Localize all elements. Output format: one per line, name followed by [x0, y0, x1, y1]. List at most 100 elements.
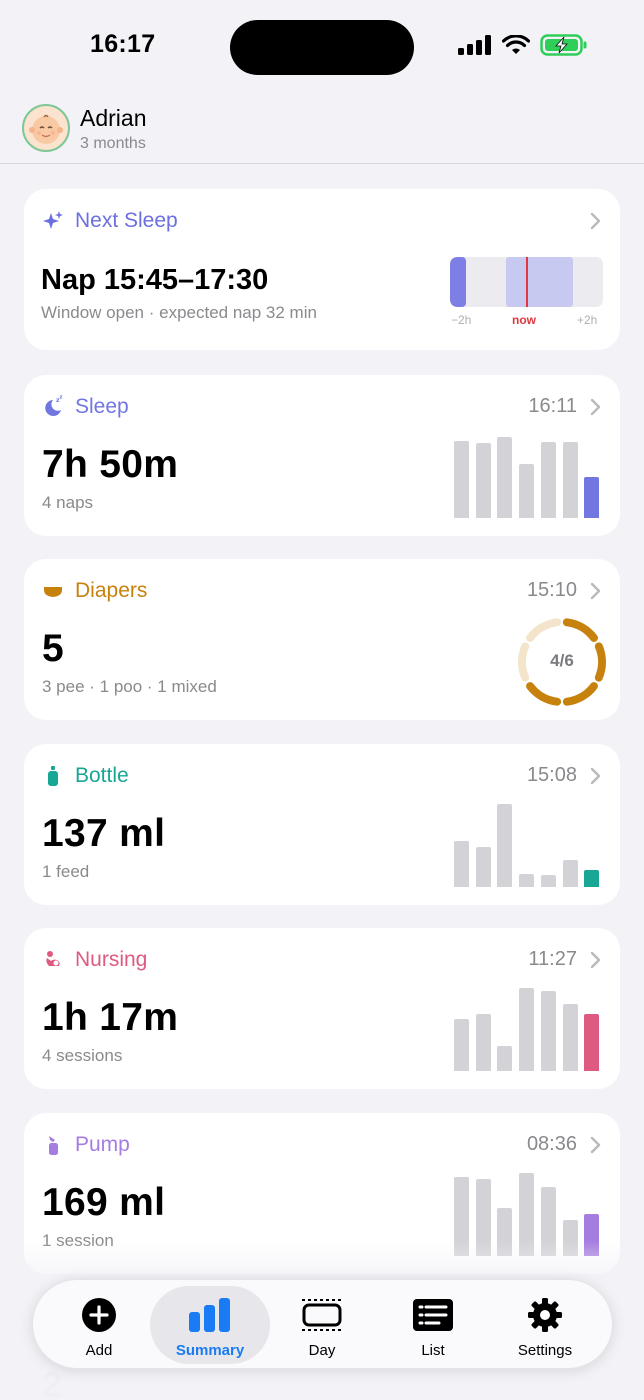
sleep-week-bars	[454, 431, 602, 518]
pump-icon	[41, 1133, 65, 1157]
tab-settings[interactable]: Settings	[485, 1286, 605, 1364]
chevron-right-icon	[590, 582, 601, 600]
diapers-card[interactable]: Diapers 15:10 5 3 pee · 1 poo · 1 mixed …	[24, 559, 620, 720]
card-subtitle: 1 feed	[42, 862, 90, 881]
tab-bar: Add Summary Day List Settings	[32, 1279, 613, 1369]
card-last-time: 16:11	[528, 395, 577, 417]
tab-add[interactable]: Add	[39, 1286, 159, 1364]
mini-bar	[497, 1046, 513, 1071]
mini-bar	[584, 477, 600, 518]
chart-bars-icon	[188, 1296, 232, 1334]
list-icon	[413, 1296, 453, 1334]
chevron-right-icon	[590, 767, 601, 785]
battery-charging-icon	[540, 34, 587, 56]
chevron-right-icon	[590, 1136, 601, 1154]
svg-text:z: z	[60, 395, 63, 401]
child-name: Adrian	[80, 105, 147, 131]
goal-ring-segment	[526, 682, 562, 706]
baby-face-icon	[29, 114, 63, 144]
wifi-icon	[502, 35, 530, 54]
card-subtitle: 3 pee · 1 poo · 1 mixed	[42, 677, 217, 696]
nursing-card[interactable]: Nursing 11:27 1h 17m 4 sessions	[24, 928, 620, 1089]
card-last-time: 15:10	[526, 579, 577, 601]
goal-ring-segment	[526, 618, 562, 642]
status-time: 16:17	[90, 30, 156, 58]
mini-bar	[475, 1014, 491, 1071]
avatar[interactable]	[22, 104, 70, 152]
tab-label: Summary	[175, 1342, 245, 1359]
nursing-icon	[41, 948, 65, 972]
card-title: Sleep	[75, 395, 129, 418]
status-bar: 16:17	[0, 0, 644, 96]
mini-bar	[475, 847, 491, 887]
timeline-last-sleep	[450, 257, 466, 307]
card-title: Nursing	[75, 948, 148, 971]
plus-circle-icon	[81, 1296, 117, 1334]
bottle-card[interactable]: Bottle 15:08 137 ml 1 feed	[24, 744, 620, 905]
mini-bar	[454, 1019, 469, 1071]
child-header[interactable]: Adrian 3 months	[0, 96, 644, 164]
mini-bar	[519, 988, 535, 1071]
mini-bar	[475, 443, 491, 518]
mini-bar	[454, 841, 469, 887]
moon-zzz-icon: z z	[41, 395, 65, 419]
mini-bar	[540, 875, 556, 887]
gear-icon	[527, 1296, 563, 1334]
mini-bar	[519, 464, 535, 518]
mini-bar	[584, 870, 600, 887]
timeline-label-right: +2h	[577, 313, 598, 327]
mini-bar	[540, 991, 556, 1071]
status-icons	[458, 34, 588, 56]
chevron-right-icon	[590, 398, 601, 416]
day-timeline-icon	[300, 1296, 344, 1334]
child-age: 3 months	[80, 135, 146, 152]
mini-bar	[540, 442, 556, 518]
card-last-time: 11:27	[528, 948, 577, 970]
next-sleep-value: Nap 15:45–17:30	[41, 264, 269, 296]
card-title: Next Sleep	[75, 209, 178, 232]
card-value: 137 ml	[42, 812, 166, 855]
diaper-icon	[41, 579, 65, 603]
signal-icon	[458, 35, 491, 55]
diaper-goal-label: 4/6	[550, 651, 574, 670]
mini-bar	[519, 874, 535, 887]
card-value: 5	[42, 627, 64, 670]
card-subtitle: 4 naps	[42, 493, 94, 512]
card-last-time: 15:08	[526, 764, 577, 786]
goal-ring-segment	[562, 682, 598, 706]
mini-bar	[454, 441, 469, 518]
timeline-sleep-window	[506, 257, 573, 307]
timeline-label-left: −2h	[451, 313, 472, 327]
dynamic-island	[230, 20, 414, 75]
tab-label: Settings	[517, 1342, 573, 1359]
next-sleep-card[interactable]: Next Sleep Nap 15:45–17:30 Window open ·…	[24, 189, 620, 350]
card-subtitle: 4 sessions	[42, 1046, 123, 1065]
timeline-label-now: now	[512, 313, 536, 327]
mini-bar	[584, 1014, 600, 1071]
mini-bar	[562, 860, 578, 887]
timeline-now-marker	[526, 257, 528, 307]
card-value: 1h 17m	[42, 996, 179, 1039]
chevron-right-icon	[590, 951, 601, 969]
next-sleep-subtitle: Window open · expected nap 32 min	[41, 303, 317, 322]
tab-label: List	[421, 1342, 445, 1359]
tab-label: Day	[308, 1342, 336, 1359]
tab-day[interactable]: Day	[262, 1286, 382, 1364]
tab-list[interactable]: List	[373, 1286, 493, 1364]
mini-bar	[562, 442, 578, 518]
card-title: Pump	[75, 1133, 130, 1156]
sparkles-icon	[41, 209, 65, 233]
bottle-icon	[41, 764, 65, 788]
card-value: 7h 50m	[42, 443, 179, 486]
mini-bar	[497, 437, 513, 518]
card-last-time: 08:36	[526, 1133, 577, 1155]
bottle-week-bars	[454, 800, 602, 887]
chevron-right-icon	[590, 212, 601, 230]
tab-summary[interactable]: Summary	[150, 1286, 270, 1364]
card-title: Bottle	[75, 764, 129, 787]
tab-label: Add	[85, 1342, 113, 1359]
card-title: Diapers	[75, 579, 148, 602]
mini-bar	[497, 804, 513, 887]
goal-ring-segment	[562, 618, 598, 642]
sleep-card[interactable]: z z Sleep 16:11 7h 50m 4 naps	[24, 375, 620, 536]
